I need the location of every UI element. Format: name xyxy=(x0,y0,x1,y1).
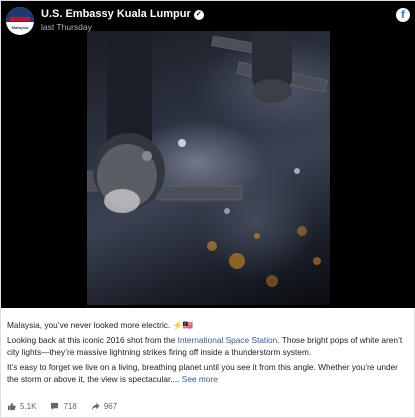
shares-value: 967 xyxy=(103,401,118,411)
comments-value: 718 xyxy=(63,401,77,411)
thumbs-up-icon xyxy=(7,402,16,410)
caption-paragraph-3: It’s easy to forget we live on a living,… xyxy=(7,362,409,385)
engagement-bar: 5.1K 718 967 xyxy=(7,400,131,412)
city-lights xyxy=(178,139,321,287)
likes-value: 5.1K xyxy=(20,401,37,411)
docked-module-main xyxy=(93,31,165,213)
avatar-label: Malaysia xyxy=(11,25,29,30)
post-media[interactable]: Malaysia U.S. Embassy Kuala Lumpur ✓ last… xyxy=(1,1,415,308)
caption-text: Looking back at this iconic 2016 shot fr… xyxy=(7,335,178,345)
verified-badge-icon: ✓ xyxy=(193,10,204,20)
likes-count[interactable]: 5.1K xyxy=(7,402,36,411)
see-more-link[interactable]: See more xyxy=(182,374,218,384)
caption-paragraph-2: Looking back at this iconic 2016 shot fr… xyxy=(7,335,409,358)
comment-icon xyxy=(51,402,59,410)
post-header: Malaysia U.S. Embassy Kuala Lumpur ✓ last… xyxy=(1,1,415,41)
iss-spacecraft-illustration xyxy=(87,31,328,287)
comments-count[interactable]: 718 xyxy=(50,401,77,411)
share-icon xyxy=(91,402,100,410)
post-timestamp[interactable]: last Thursday xyxy=(41,22,92,32)
docked-module-upper xyxy=(252,31,292,103)
page-name-link[interactable]: U.S. Embassy Kuala Lumpur ✓ xyxy=(41,8,204,20)
facebook-post-card: Malaysia U.S. Embassy Kuala Lumpur ✓ last… xyxy=(0,0,415,418)
page-name[interactable]: U.S. Embassy Kuala Lumpur xyxy=(41,8,191,20)
page-avatar[interactable]: Malaysia xyxy=(6,7,34,35)
iss-link[interactable]: International Space Station xyxy=(178,335,278,345)
shares-count[interactable]: 967 xyxy=(91,402,117,411)
facebook-logo-icon[interactable]: f xyxy=(396,8,410,22)
iss-earth-photo[interactable] xyxy=(87,31,330,305)
caption-line-1: Malaysia, you’ve never looked more elect… xyxy=(7,320,194,330)
